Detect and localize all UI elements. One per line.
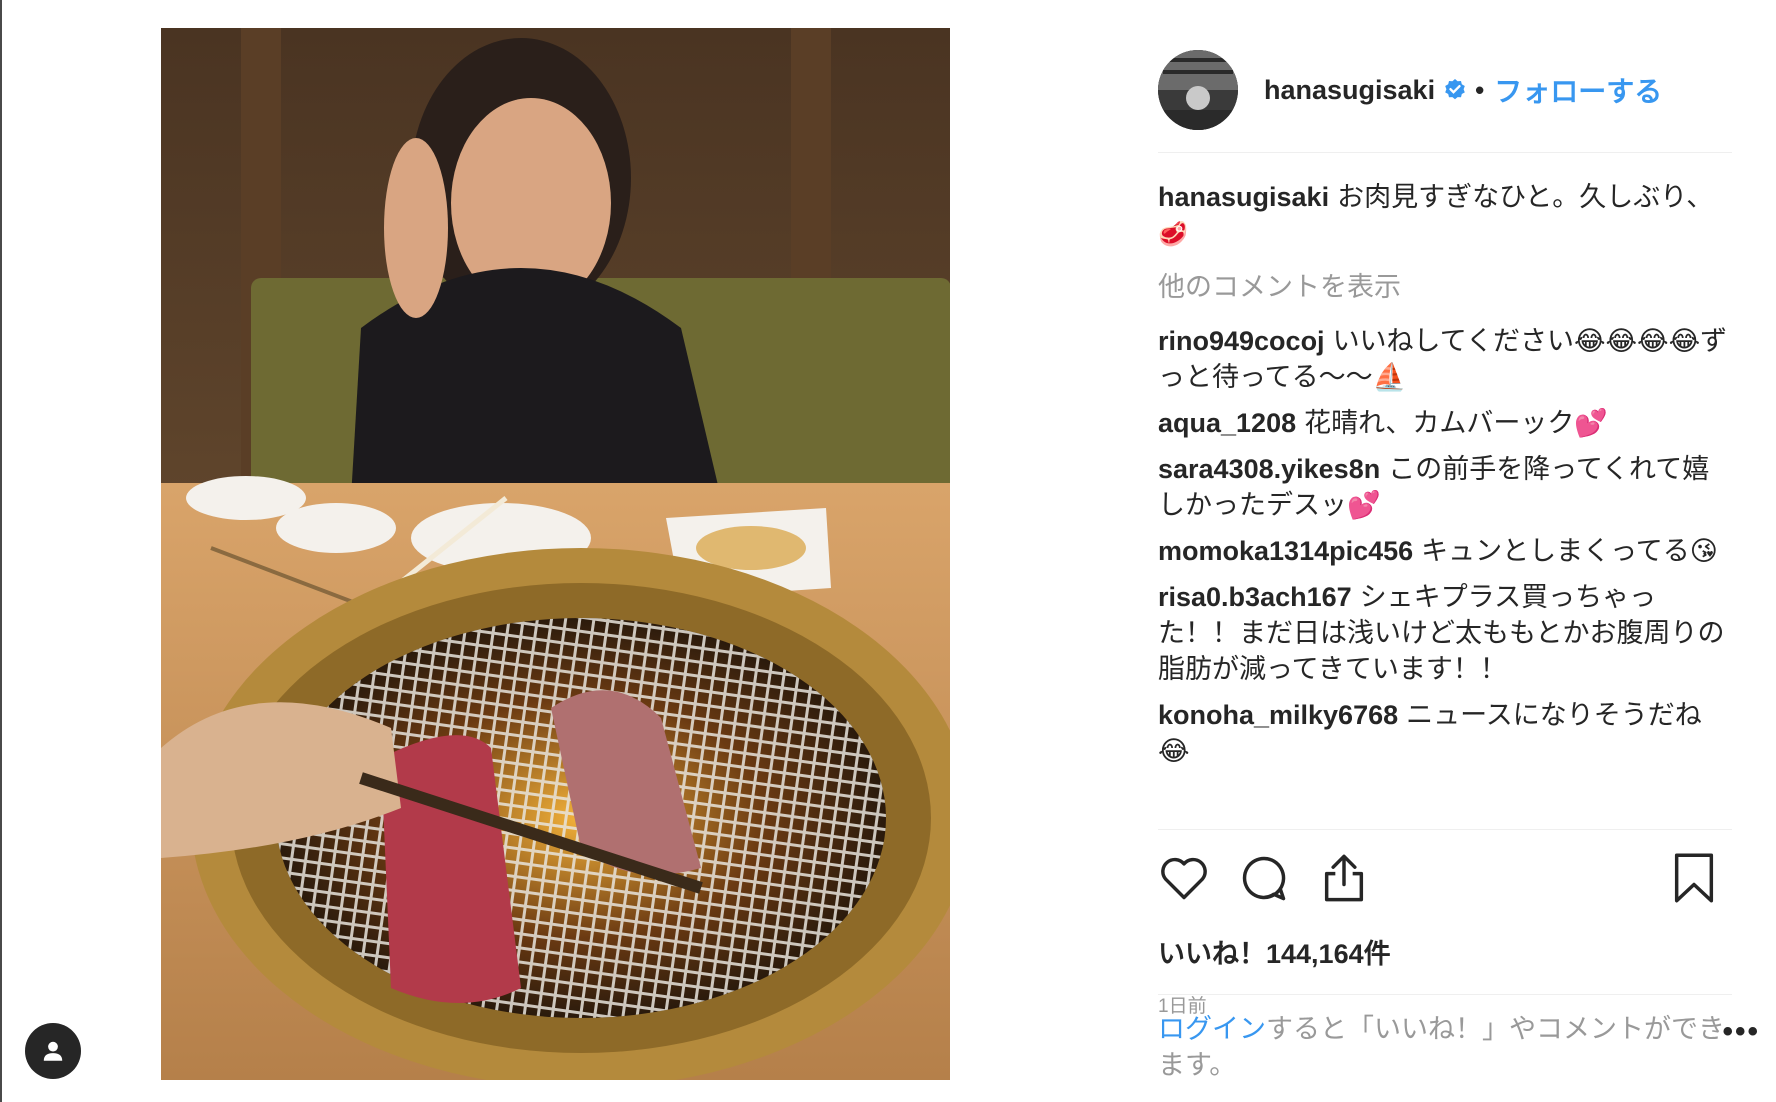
comment-text: 花晴れ、カムバーック💕 (1304, 408, 1608, 438)
instagram-post-page: hanasugisaki • フォローする hanasugisaki お肉見すぎな… (0, 0, 1776, 1102)
comment-item: risa0.b3ach167 シェキプラス買っちゃった！！まだ日は浅いけど太ももと… (1158, 579, 1732, 687)
post-header: hanasugisaki • フォローする (1158, 28, 1732, 153)
caption: hanasugisaki お肉見すぎなひと。久しぶり、 🥩 (1158, 179, 1732, 253)
comments-section: hanasugisaki お肉見すぎなひと。久しぶり、 🥩 他のコメントを表示 ri… (1158, 153, 1732, 829)
caption-text: お肉見すぎなひと。久しぶり、 (1337, 182, 1714, 212)
meat-emoji: 🥩 (1158, 221, 1188, 248)
comment-item: rino949cocoj いいねしてください😂😂😂😂ずっと待ってる〜〜⛵ (1158, 323, 1732, 395)
bookmark-icon[interactable] (1672, 852, 1716, 904)
comment-username[interactable]: sara4308.yikes8n (1158, 454, 1380, 484)
separator-dot: • (1475, 74, 1485, 105)
more-options-icon[interactable]: ••• (1722, 1015, 1760, 1049)
action-bar (1158, 829, 1732, 926)
header-username[interactable]: hanasugisaki (1264, 75, 1435, 106)
comment-username[interactable]: aqua_1208 (1158, 408, 1296, 438)
comment-item: aqua_1208 花晴れ、カムバーック💕 (1158, 405, 1732, 441)
login-link[interactable]: ログイン (1158, 1014, 1266, 1044)
likes-count[interactable]: いいね！144,164件 (1158, 932, 1732, 971)
follow-button[interactable]: フォローする (1494, 70, 1662, 110)
login-prompt: ログインすると「いいね！」やコメントができます。 (1158, 994, 1732, 1083)
comment-username[interactable]: konoha_milky6768 (1158, 700, 1398, 730)
comment-item: konoha_milky6768 ニュースになりそうだね😂 (1158, 697, 1732, 769)
yakiniku-photo-illustration (161, 28, 950, 1080)
caption-username[interactable]: hanasugisaki (1158, 182, 1329, 212)
comment-bubble-icon[interactable] (1238, 852, 1290, 904)
comment-username[interactable]: risa0.b3ach167 (1158, 582, 1352, 612)
avatar-image (1158, 50, 1238, 130)
post-photo[interactable] (161, 28, 950, 1080)
avatar[interactable] (1158, 50, 1238, 130)
profile-button[interactable] (25, 1023, 81, 1079)
window-edge (0, 0, 2, 1102)
comment-text: キュンとしまくってる😘 (1421, 536, 1718, 566)
comment-username[interactable]: rino949cocoj (1158, 326, 1325, 356)
load-more-comments-link[interactable]: 他のコメントを表示 (1158, 269, 1732, 305)
post-side-panel: hanasugisaki • フォローする hanasugisaki お肉見すぎな… (1158, 28, 1732, 1088)
share-icon[interactable] (1318, 852, 1370, 904)
comment-item: sara4308.yikes8n この前手を降ってくれて嬉しかったデスッ💕 (1158, 451, 1732, 523)
comment-username[interactable]: momoka1314pic456 (1158, 536, 1413, 566)
person-icon (43, 1041, 63, 1061)
verified-badge-icon (1445, 79, 1465, 100)
heart-icon[interactable] (1158, 852, 1210, 904)
comment-item: momoka1314pic456 キュンとしまくってる😘 (1158, 533, 1732, 569)
